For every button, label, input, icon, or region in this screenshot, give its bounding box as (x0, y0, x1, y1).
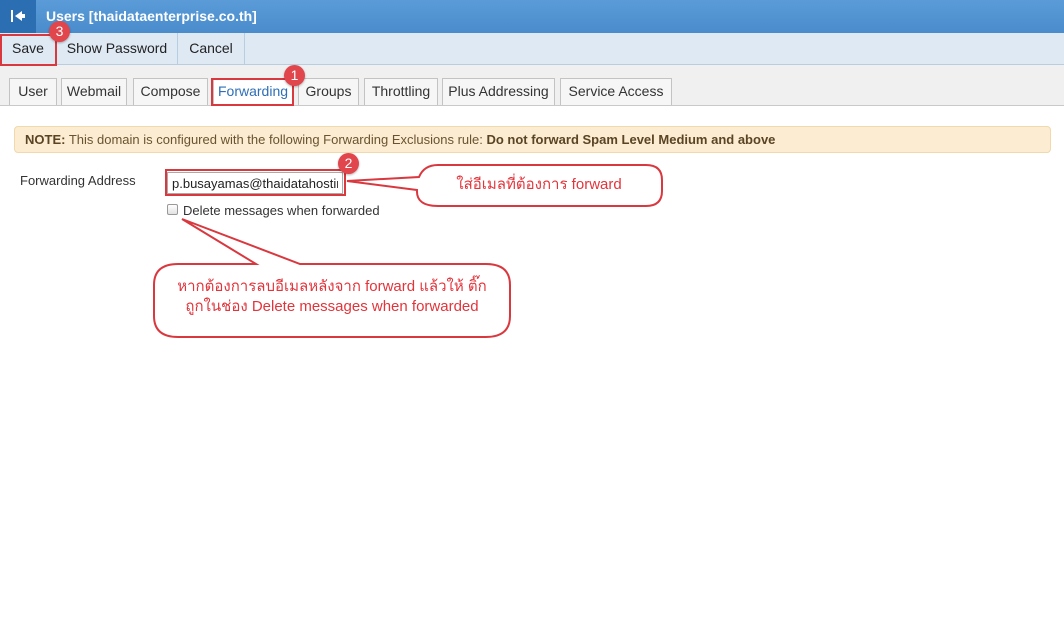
callout-2-text: หากต้องการลบอีเมลหลังจาก forward แล้วให้… (166, 277, 498, 317)
step-1-badge: 1 (284, 65, 305, 86)
callout-2-line-2: ถูกในช่อง Delete messages when forwarded (185, 298, 479, 315)
callout-bubbles (153, 164, 663, 338)
callout-2-line-1: หากต้องการลบอีเมลหลังจาก forward แล้วให้… (177, 278, 487, 295)
step-3-badge: 3 (49, 21, 70, 42)
callout-1-text: ใส่อีเมลที่ต้องการ forward (456, 176, 622, 193)
step-2-badge: 2 (338, 153, 359, 174)
